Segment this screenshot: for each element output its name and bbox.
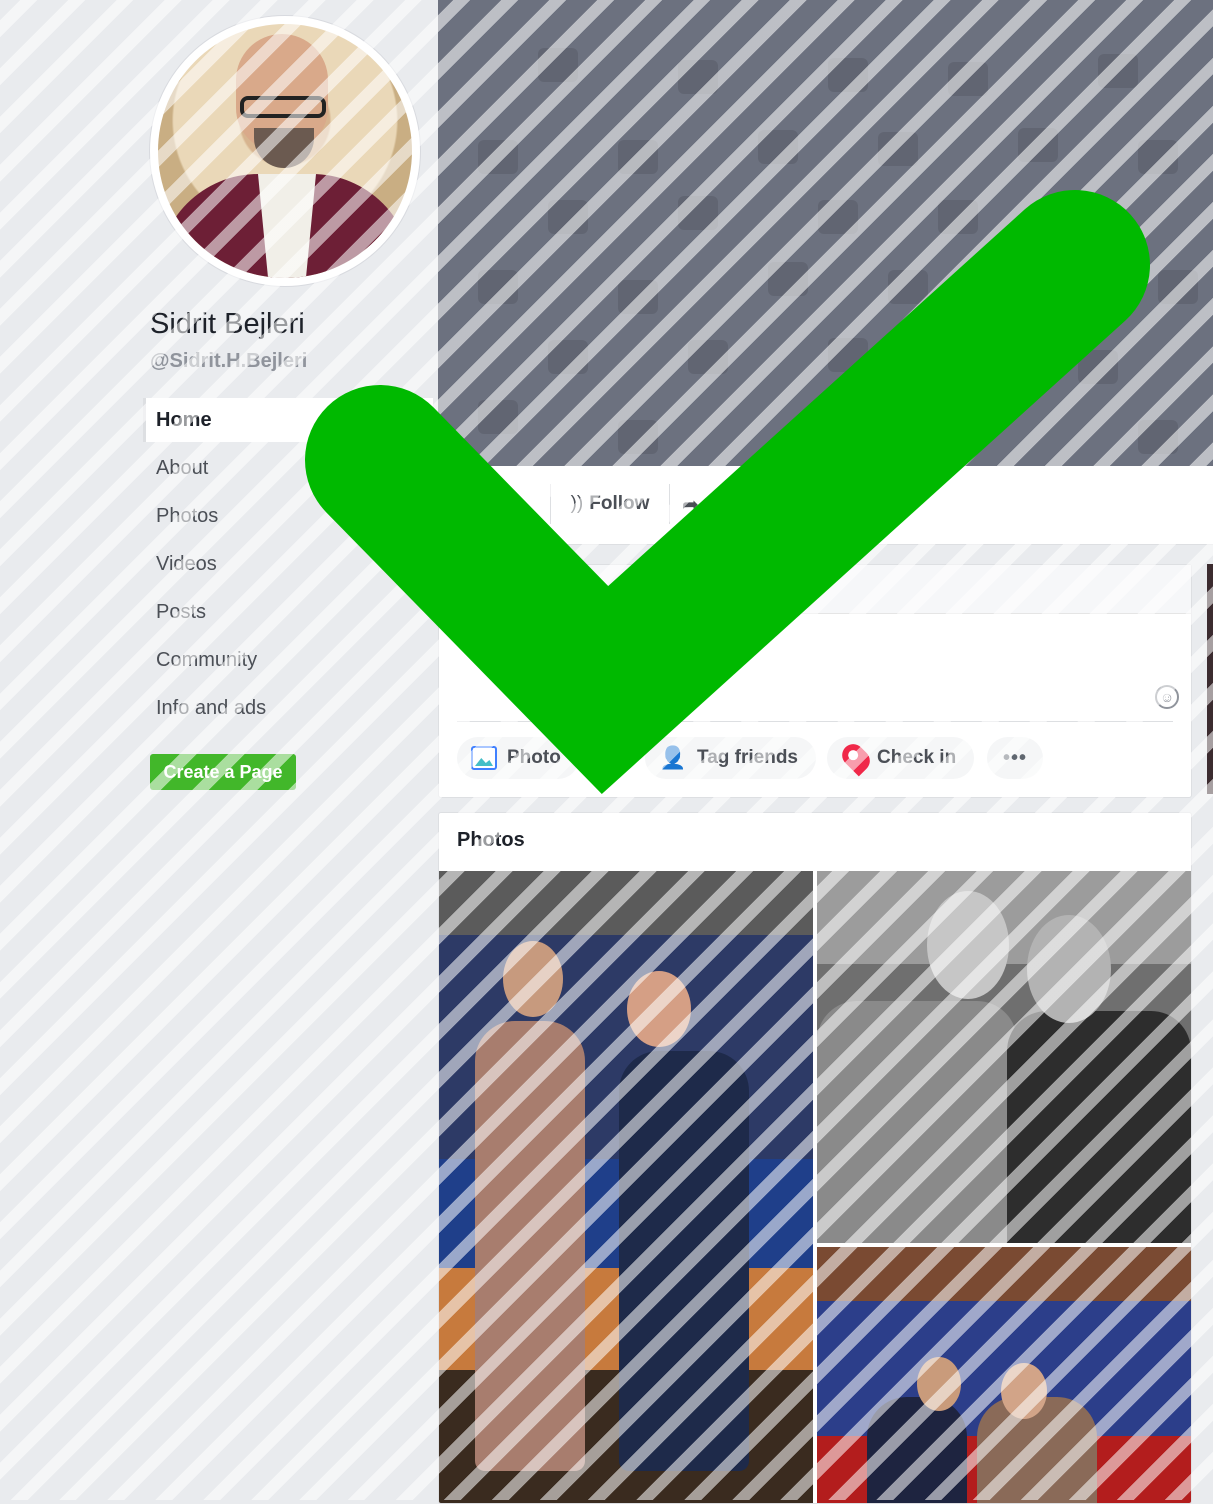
tag-friends-icon: 👤 (659, 744, 687, 770)
composer-tabs (439, 565, 1191, 614)
left-column: Sidrit Bejleri @Sidrit.H.Bejleri Home Ab… (0, 0, 438, 1500)
cover-pattern-icon (618, 140, 658, 174)
cover-pattern-icon (548, 340, 588, 374)
emoji-icon[interactable]: ☺ (1155, 685, 1179, 709)
cover-pattern-icon (1138, 140, 1178, 174)
photo-button[interactable]: Photo (457, 737, 579, 779)
photo-person-head (917, 1357, 961, 1411)
page-name[interactable]: Sidrit Bejleri (150, 308, 305, 341)
cover-pattern-icon (1138, 420, 1178, 454)
cover-pattern-icon (678, 196, 718, 230)
avatar-shirt (258, 174, 316, 278)
location-pin-icon (837, 739, 875, 777)
rss-icon: )) (570, 493, 584, 514)
cover-pattern-icon (478, 140, 518, 174)
photo-person-head (1027, 915, 1111, 1023)
profile-picture[interactable] (158, 24, 412, 278)
cover-pattern-icon (618, 280, 658, 314)
nav-item-photos[interactable]: Photos (143, 494, 433, 538)
cover-pattern-icon (828, 58, 868, 92)
cover-pattern-icon (678, 60, 718, 94)
post-composer: ☺ Photo 👤 Tag friends Check in ••• (438, 564, 1192, 798)
cover-pattern-icon (618, 420, 658, 454)
photo-person-head (927, 891, 1009, 999)
photo-person-head (627, 971, 691, 1047)
photo-thumbnail-3[interactable] (817, 1247, 1191, 1503)
profile-picture-frame[interactable] (150, 16, 420, 286)
cover-pattern-icon (1018, 128, 1058, 162)
cover-pattern-icon (758, 130, 798, 164)
cover-pattern-icon (478, 400, 518, 434)
tag-friends-button[interactable]: 👤 Tag friends (645, 737, 816, 779)
create-page-button[interactable]: Create a Page (150, 754, 296, 790)
nav-item-home[interactable]: Home (143, 398, 433, 442)
cover-pattern-icon (1158, 270, 1198, 304)
cover-pattern-icon (538, 48, 578, 82)
photo-person (1007, 1011, 1191, 1243)
cover-pattern-icon (938, 200, 978, 234)
nav-item-community[interactable]: Community (143, 638, 433, 682)
photo-person (817, 1001, 1017, 1243)
photo-person-head (1001, 1363, 1047, 1419)
cover-photo[interactable] (438, 0, 1213, 466)
avatar-beard (254, 128, 314, 168)
cover-pattern-icon (1098, 54, 1138, 88)
follow-label: Follow (589, 493, 650, 514)
cover-pattern-icon (878, 132, 918, 166)
cover-pattern-icon (818, 200, 858, 234)
cover-pattern-icon (1078, 350, 1118, 384)
more-options-button[interactable]: ••• (987, 737, 1044, 779)
check-in-button[interactable]: Check in (827, 737, 975, 779)
page-handle[interactable]: @Sidrit.H.Bejleri (150, 350, 307, 373)
cover-pattern-icon (948, 62, 988, 96)
photo-person (619, 1051, 749, 1471)
cover-pattern-icon (768, 262, 808, 296)
cover-pattern-icon (478, 270, 518, 304)
page-nav: Home About Photos Videos Posts Community… (143, 398, 433, 734)
photo-person (475, 1021, 585, 1471)
cover-pattern-icon (688, 340, 728, 374)
follow-button[interactable]: )) Follow (550, 484, 670, 524)
check-in-label: Check in (877, 747, 957, 768)
cover-pattern-icon (888, 270, 928, 304)
photos-card: Photos (438, 812, 1192, 1504)
nav-item-posts[interactable]: Posts (143, 590, 433, 634)
nav-item-info-and-ads[interactable]: Info and ads (143, 686, 433, 730)
page-action-bar: )) Follow ➦ (438, 466, 1213, 545)
nav-item-videos[interactable]: Videos (143, 542, 433, 586)
cover-pattern-icon (548, 200, 588, 234)
photo-person (867, 1397, 967, 1503)
more-dots-icon: ••• (1003, 747, 1028, 769)
avatar-glasses (240, 96, 326, 118)
share-icon[interactable]: ➦ (682, 492, 700, 516)
tag-friends-label: Tag friends (697, 747, 798, 768)
photo-icon (471, 745, 497, 770)
photos-title[interactable]: Photos (457, 829, 525, 852)
cover-pattern-icon (828, 338, 868, 372)
photo-label: Photo (507, 747, 561, 768)
photo-person-head (503, 941, 563, 1017)
right-column-edge (1207, 564, 1213, 794)
photo-thumbnail-1[interactable] (439, 871, 813, 1503)
nav-item-about[interactable]: About (143, 446, 433, 490)
composer-divider (457, 721, 1173, 722)
photo-thumbnail-2[interactable] (817, 871, 1191, 1243)
